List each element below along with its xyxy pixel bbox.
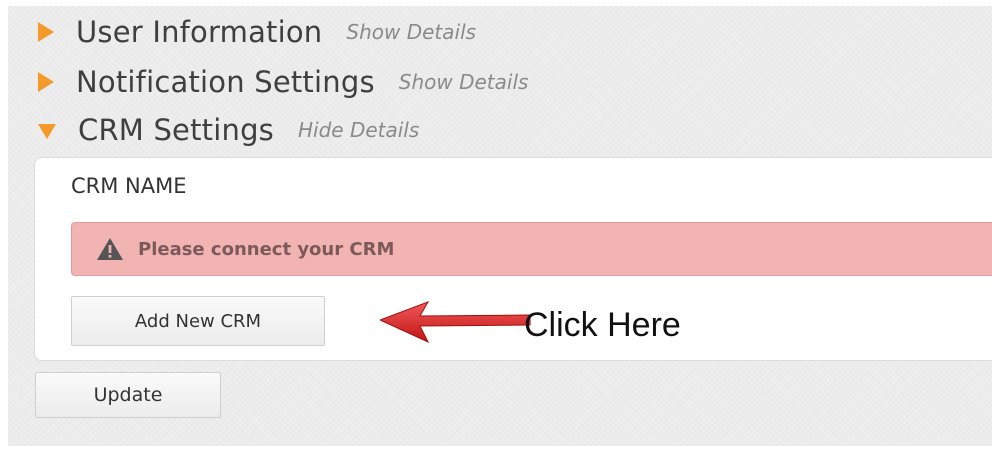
add-new-crm-button[interactable]: Add New CRM	[71, 296, 325, 346]
crm-alert: Please connect your CRM	[71, 222, 992, 276]
update-button[interactable]: Update	[35, 372, 221, 418]
alert-message: Please connect your CRM	[138, 238, 395, 260]
section-crm-settings[interactable]: CRM Settings Hide Details	[38, 110, 419, 150]
expand-triangle-icon	[38, 72, 54, 92]
collapse-triangle-icon	[38, 123, 56, 139]
section-title: Notification Settings	[76, 65, 375, 99]
click-here-annotation: Click Here	[524, 306, 681, 344]
settings-panel: User Information Show Details Notificati…	[8, 6, 992, 446]
section-title: User Information	[76, 15, 323, 49]
show-details-link[interactable]: Show Details	[346, 20, 476, 44]
annotation-arrow-icon	[380, 301, 531, 344]
expand-triangle-icon	[38, 22, 54, 42]
show-details-link[interactable]: Show Details	[399, 70, 529, 94]
section-title: CRM Settings	[78, 113, 274, 147]
crm-name-label: CRM NAME	[71, 174, 187, 198]
section-notification-settings[interactable]: Notification Settings Show Details	[38, 62, 528, 102]
hide-details-link[interactable]: Hide Details	[298, 118, 419, 142]
warning-icon	[97, 238, 123, 260]
section-user-information[interactable]: User Information Show Details	[38, 12, 476, 52]
